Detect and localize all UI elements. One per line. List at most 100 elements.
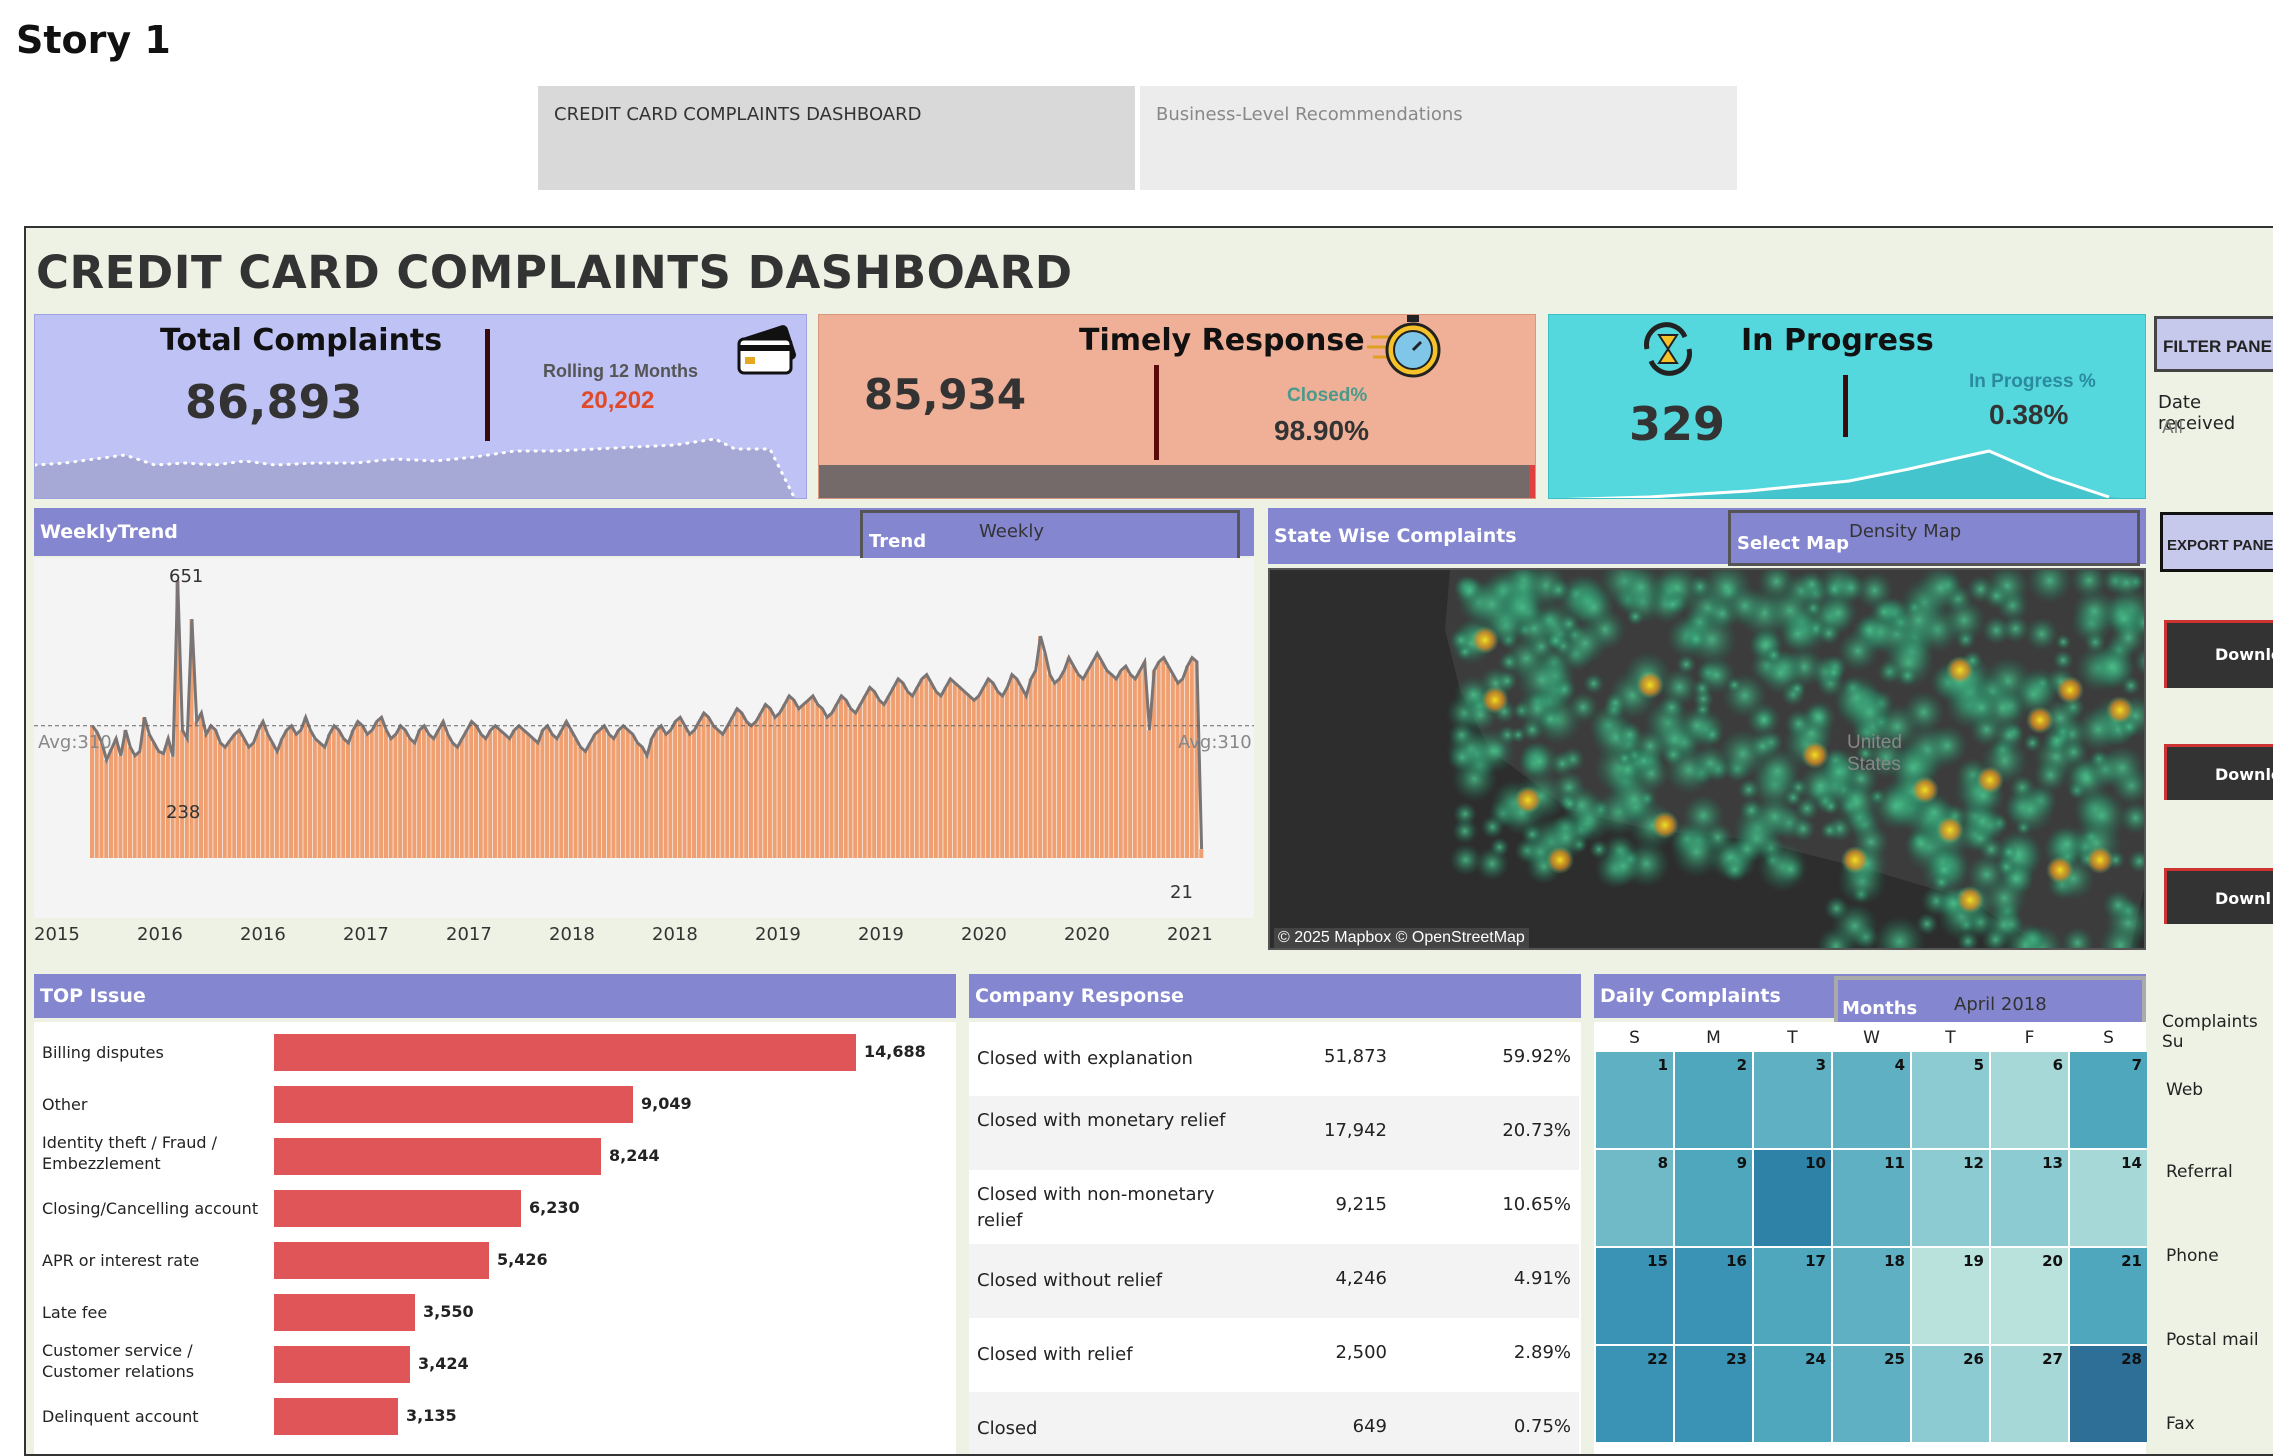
issue-bar[interactable]: [274, 1138, 601, 1175]
story-tab-recommendations[interactable]: Business-Level Recommendations: [1140, 86, 1737, 190]
calendar-day[interactable]: 18: [1833, 1248, 1910, 1344]
trend-bar: [924, 674, 929, 858]
issue-value: 3,135: [406, 1406, 457, 1425]
x-tick-label: 2016: [137, 924, 183, 945]
last-annotation: 21: [1170, 882, 1193, 903]
density-blob: [1783, 787, 1803, 808]
density-blob: [1965, 803, 2001, 839]
trend-bar: [483, 738, 488, 858]
density-blob: [1848, 690, 1892, 735]
download-button-2[interactable]: Downlo: [2164, 744, 2273, 800]
density-blob: [1819, 820, 1840, 841]
calendar-day[interactable]: 7: [2070, 1052, 2147, 1148]
calendar-day[interactable]: 16: [1675, 1248, 1752, 1344]
trend-bar: [1042, 653, 1047, 858]
trend-bar: [701, 713, 706, 858]
calendar-day[interactable]: 10: [1754, 1150, 1831, 1246]
trend-bar: [948, 678, 953, 858]
trend-bar: [644, 755, 649, 858]
trend-bar: [308, 730, 313, 858]
calendar-day[interactable]: 5: [1912, 1052, 1989, 1148]
trend-bar: [317, 742, 322, 858]
trend-bar: [1052, 683, 1057, 858]
trend-selector[interactable]: Trend Weekly: [860, 510, 1240, 562]
trend-bar: [725, 725, 730, 858]
trend-bar: [682, 725, 687, 858]
density-hotspot: [1471, 626, 1499, 654]
calendar-day[interactable]: 23: [1675, 1346, 1752, 1442]
map-selector[interactable]: Select Map Density Map: [1728, 510, 2140, 566]
density-blob: [1824, 895, 1850, 921]
trend-bar: [265, 734, 270, 858]
response-name: Closed without relief: [977, 1270, 1163, 1291]
calendar-day[interactable]: 8: [1596, 1150, 1673, 1246]
calendar-day[interactable]: 4: [1833, 1052, 1910, 1148]
date-received-value[interactable]: All: [2162, 418, 2183, 438]
trend-bar: [507, 738, 512, 858]
calendar-day[interactable]: 28: [2070, 1346, 2147, 1442]
calendar-day[interactable]: 27: [1991, 1346, 2068, 1442]
trend-bar: [303, 717, 308, 858]
issue-bar[interactable]: [274, 1346, 410, 1383]
day-of-week-label: F: [2024, 1028, 2035, 1048]
x-tick-label: 2016: [240, 924, 286, 945]
trend-bar: [772, 717, 777, 858]
calendar-day[interactable]: 24: [1754, 1346, 1831, 1442]
trend-bar: [545, 725, 550, 858]
calendar-day[interactable]: 26: [1912, 1346, 1989, 1442]
calendar-day[interactable]: 3: [1754, 1052, 1831, 1148]
density-blob: [1765, 586, 1815, 635]
x-tick-label: 2017: [446, 924, 492, 945]
density-map[interactable]: United States © 2025 Mapbox © OpenStreet…: [1268, 568, 2146, 950]
issue-bar[interactable]: [274, 1086, 633, 1123]
calendar-day[interactable]: 14: [2070, 1150, 2147, 1246]
trend-bar: [436, 730, 441, 858]
trend-bar: [1104, 670, 1109, 858]
trend-bar: [857, 704, 862, 858]
calendar-day[interactable]: 6: [1991, 1052, 2068, 1148]
density-blob: [1962, 688, 2001, 728]
response-row: Closed with non-monetary relief 9,215 10.6…: [969, 1170, 1579, 1244]
calendar-day[interactable]: 21: [2070, 1248, 2147, 1344]
trend-bar: [227, 740, 232, 858]
month-selector[interactable]: Months April 2018: [1834, 976, 2146, 1026]
trend-bar: [184, 738, 189, 858]
density-blob: [1776, 854, 1805, 884]
story-tab-dashboard[interactable]: CREDIT CARD COMPLAINTS DASHBOARD: [538, 86, 1135, 190]
download-button-1[interactable]: Downlo: [2164, 620, 2273, 688]
issue-bar[interactable]: [274, 1034, 856, 1071]
density-hotspot: [2056, 676, 2084, 704]
issue-bar[interactable]: [274, 1294, 415, 1331]
calendar-day[interactable]: 17: [1754, 1248, 1831, 1344]
trend-bar: [407, 738, 412, 858]
calendar-day[interactable]: 22: [1596, 1346, 1673, 1442]
download-button-3[interactable]: Downl: [2164, 868, 2273, 924]
density-blob: [2005, 785, 2055, 834]
calendar-day[interactable]: 15: [1596, 1248, 1673, 1344]
issue-bar[interactable]: [274, 1398, 398, 1435]
calendar-day[interactable]: 25: [1833, 1346, 1910, 1442]
calendar-day[interactable]: 12: [1912, 1150, 1989, 1246]
trend-bar: [985, 678, 990, 858]
calendar-day[interactable]: 20: [1991, 1248, 2068, 1344]
trend-bar: [914, 687, 919, 858]
issue-bar[interactable]: [274, 1190, 521, 1227]
calendar-day[interactable]: 1: [1596, 1052, 1673, 1148]
x-tick-label: 2015: [34, 924, 80, 945]
trend-bar: [274, 751, 279, 858]
issue-bar[interactable]: [274, 1242, 489, 1279]
trend-bar: [137, 751, 142, 858]
calendar-day[interactable]: 19: [1912, 1248, 1989, 1344]
density-blob: [1724, 585, 1766, 627]
calendar-day[interactable]: 11: [1833, 1150, 1910, 1246]
calendar-day[interactable]: 2: [1675, 1052, 1752, 1148]
trend-bar: [592, 734, 597, 858]
trend-bar: [611, 738, 616, 858]
trend-bar: [952, 683, 957, 858]
trend-bar: [421, 725, 426, 858]
trend-bar: [293, 734, 298, 858]
trend-bar: [791, 700, 796, 858]
calendar-day[interactable]: 13: [1991, 1150, 2068, 1246]
calendar-day[interactable]: 9: [1675, 1150, 1752, 1246]
kpi-timely-title: Timely Response: [1079, 323, 1365, 358]
